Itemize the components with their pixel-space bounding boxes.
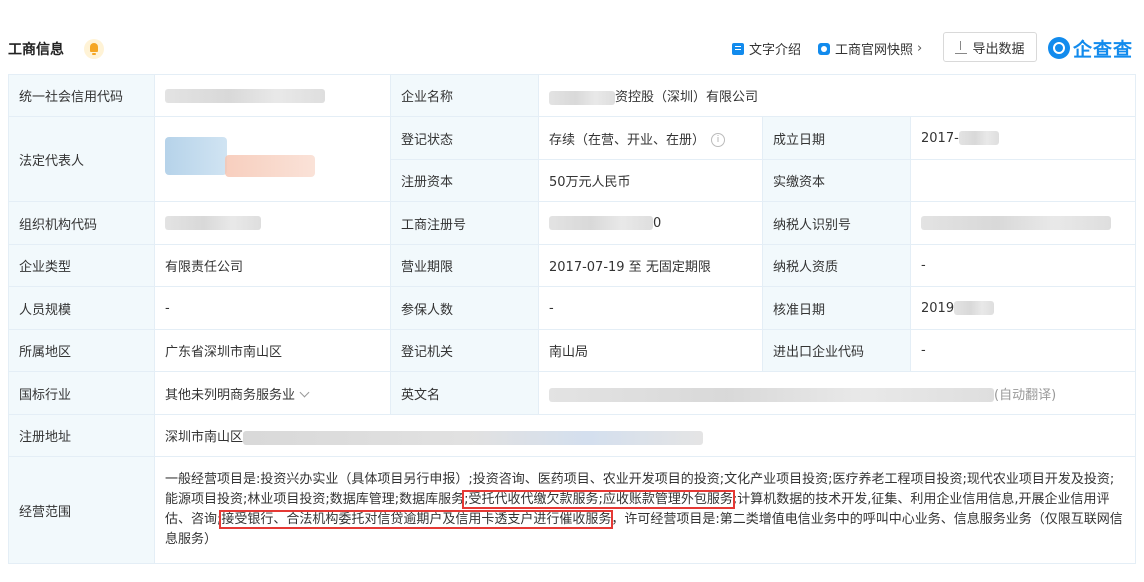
download-icon	[955, 40, 968, 54]
import-export-value: -	[910, 329, 1136, 372]
redacted-text	[921, 216, 1111, 230]
chevron-right-icon: ›	[917, 41, 923, 56]
text-intro-link[interactable]: 文字介绍	[732, 39, 801, 58]
camera-icon	[818, 42, 830, 55]
legal-rep-value[interactable]	[154, 116, 391, 202]
authority-value: 南山局	[538, 329, 763, 372]
logo-text: 企查查	[1073, 38, 1134, 61]
table-row: 企业类型 有限责任公司 营业期限 2017-07-19 至 无固定期限 纳税人资…	[8, 244, 1136, 287]
english-name-label: 英文名	[390, 371, 539, 415]
chevron-down-icon[interactable]	[299, 387, 310, 397]
legal-rep-label: 法定代表人	[8, 116, 155, 202]
org-code-value	[154, 201, 391, 245]
term-label: 营业期限	[390, 244, 539, 287]
export-button[interactable]: 导出数据	[943, 32, 1037, 62]
approval-text: 2019	[921, 300, 955, 316]
redacted-text	[549, 388, 994, 402]
redacted-text	[958, 131, 999, 145]
established-value: 2017-	[910, 116, 1136, 160]
approval-label: 核准日期	[762, 286, 911, 330]
reg-no-label: 工商注册号	[390, 201, 539, 245]
reg-no-value: 0	[538, 201, 763, 245]
taxpayer-qual-label: 纳税人资质	[762, 244, 911, 287]
redacted-text	[165, 216, 261, 230]
industry-text: 其他未列明商务服务业	[165, 387, 296, 403]
snapshot-link[interactable]: 工商官网快照 ›	[818, 39, 922, 58]
company-type-value: 有限责任公司	[154, 244, 391, 287]
export-label: 导出数据	[972, 41, 1025, 57]
section-title: 工商信息	[8, 42, 64, 58]
authority-label: 登记机关	[390, 329, 539, 372]
business-info-table: 统一社会信用代码 企业名称 资控股（深圳）有限公司 法定代表人 登记状态 存续（…	[8, 74, 1136, 564]
table-row: 组织机构代码 工商注册号 0 纳税人识别号	[8, 201, 1136, 245]
company-type-label: 企业类型	[8, 244, 155, 287]
table-row: 人员规模 - 参保人数 - 核准日期 2019	[8, 286, 1136, 330]
table-row: 统一社会信用代码 企业名称 资控股（深圳）有限公司	[8, 74, 1136, 117]
import-export-label: 进出口企业代码	[762, 329, 911, 372]
address-value: 深圳市南山区	[154, 414, 1136, 457]
credit-code-value	[154, 74, 391, 117]
industry-value[interactable]: 其他未列明商务服务业	[154, 371, 391, 415]
company-name-text: 资控股（深圳）有限公司	[615, 90, 759, 105]
table-row: 国标行业 其他未列明商务服务业 英文名 (自动翻译)	[8, 371, 1136, 415]
industry-label: 国标行业	[8, 371, 155, 415]
snapshot-label: 工商官网快照	[835, 43, 914, 58]
staff-label: 人员规模	[8, 286, 155, 330]
reg-capital-label: 注册资本	[390, 159, 539, 202]
paid-capital-value	[910, 159, 1136, 202]
region-label: 所属地区	[8, 329, 155, 372]
insured-value: -	[538, 286, 763, 330]
address-label: 注册地址	[8, 414, 155, 457]
taxpayer-id-value	[910, 201, 1136, 245]
company-name-label: 企业名称	[390, 74, 539, 117]
legal-rep-avatar[interactable]	[165, 131, 315, 187]
bell-icon[interactable]	[84, 39, 104, 59]
company-name-value: 资控股（深圳）有限公司	[538, 74, 1136, 117]
established-label: 成立日期	[762, 116, 911, 160]
region-value: 广东省深圳市南山区	[154, 329, 391, 372]
document-icon	[732, 42, 744, 55]
english-name-value: (自动翻译)	[538, 371, 1136, 415]
redacted-text	[165, 88, 325, 103]
reg-status-text: 存续（在营、开业、在册）	[549, 132, 706, 148]
org-code-label: 组织机构代码	[8, 201, 155, 245]
table-row: 所属地区 广东省深圳市南山区 登记机关 南山局 进出口企业代码 -	[8, 329, 1136, 372]
text-intro-label: 文字介绍	[749, 43, 802, 58]
insured-label: 参保人数	[390, 286, 539, 330]
table-row: 经营范围 一般经营项目是:投资兴办实业（具体项目另行申报）;投资咨询、医药项目、…	[8, 456, 1136, 564]
redacted-text	[954, 301, 995, 315]
scope-label: 经营范围	[8, 456, 155, 564]
established-text: 2017-	[921, 130, 959, 146]
paid-capital-label: 实缴资本	[762, 159, 911, 202]
taxpayer-qual-value: -	[910, 244, 1136, 287]
reg-capital-value: 50万元人民币	[538, 159, 763, 202]
redacted-text	[549, 216, 653, 230]
address-text: 深圳市南山区	[165, 430, 244, 445]
auto-translate-note: (自动翻译)	[994, 387, 1057, 403]
credit-code-label: 统一社会信用代码	[8, 74, 155, 117]
table-row: 注册地址 深圳市南山区	[8, 414, 1136, 457]
redacted-text	[243, 430, 704, 445]
taxpayer-id-label: 纳税人识别号	[762, 201, 911, 245]
logo-mark-icon	[1048, 37, 1070, 59]
staff-value: -	[154, 286, 391, 330]
section-header: 工商信息 文字介绍 工商官网快照 › 导出数据 企查查	[0, 28, 1144, 68]
reg-status-label: 登记状态	[390, 116, 539, 160]
term-value: 2017-07-19 至 无固定期限	[538, 244, 763, 287]
table-row: 法定代表人 登记状态 存续（在营、开业、在册） i 成立日期 2017-	[8, 116, 1136, 202]
redacted-text	[549, 90, 615, 105]
qichacha-logo[interactable]: 企查查	[1048, 36, 1134, 61]
approval-value: 2019	[910, 286, 1136, 330]
reg-status-value: 存续（在营、开业、在册） i	[538, 116, 763, 160]
scope-value: 一般经营项目是:投资兴办实业（具体项目另行申报）;投资咨询、医药项目、农业开发项…	[154, 456, 1136, 564]
reg-no-text: 0	[653, 215, 662, 231]
info-icon[interactable]: i	[711, 133, 726, 147]
scope-highlight: 接受银行、合法机构委托对信贷逾期户及信用卡透支户进行催收服务	[219, 510, 614, 529]
scope-highlight: ;受托代收代缴欠款服务;应收账款管理外包服务	[462, 490, 735, 509]
